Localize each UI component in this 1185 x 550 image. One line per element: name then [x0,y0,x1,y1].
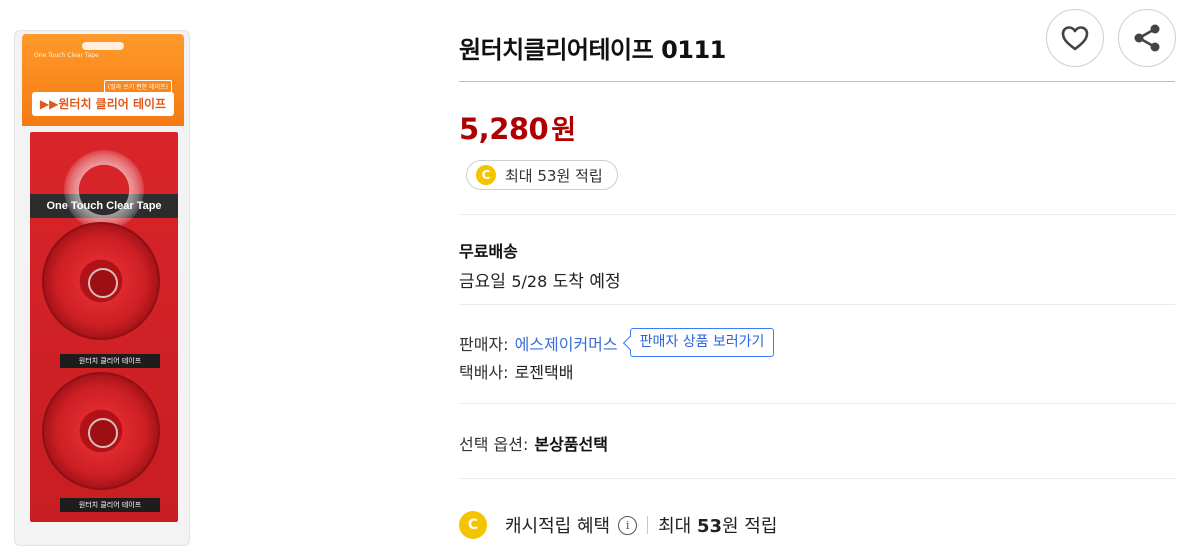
product-details: 원터치클리어테이프 0111 5,280 원 C 최대 53원 적립 무료배송 금… [459,0,1179,550]
share-icon [1134,24,1160,52]
hang-hole [82,42,124,50]
heart-icon [1061,26,1089,51]
reward-badge: C 최대 53원 적립 [466,160,618,190]
section-divider [459,403,1175,404]
package-body: One Touch Clear Tape 원터치 클리어 테이프 원터치 클리어… [30,132,178,522]
dispenser-label: 원터치 클리어 테이프 [60,498,160,512]
seller-label: 판매자: [459,334,509,354]
seller-row: 판매자: 에스제이커머스 판매자 상품 보러가기 [459,328,775,357]
reward-text: 최대 53원 적립 [505,166,603,185]
cash-benefit-title: 캐시적립 혜택 [505,516,611,537]
delivery-estimate: 금요일 5/28 도착 예정 [459,267,621,292]
seller-name-link[interactable]: 에스제이커머스 [515,331,618,355]
dispenser-core [88,268,118,298]
dispenser-label: 원터치 클리어 테이프 [60,354,160,368]
option-value: 본상품선택 [534,435,608,454]
dispenser-label-text: 원터치 클리어 테이프 [78,501,142,509]
courier-row: 택배사: 로젠택배 [459,359,573,383]
title-divider [459,81,1175,82]
tape-dispenser [42,222,160,340]
dispenser-core [88,418,118,448]
section-divider [459,214,1175,215]
price-amount: 5,280 [459,112,549,146]
delivery-date: 5/28 [511,272,548,291]
cash-prefix: 최대 [658,516,692,537]
package-header: One Touch Clear Tape (잘라 쓰기 편한 테이프) ▶▶원터… [22,34,184,126]
delivery-day: 금요일 [459,272,506,292]
tape-roll [64,150,144,230]
tape-dispenser [42,372,160,490]
option-label: 선택 옵션: [459,435,529,454]
separator [647,516,649,534]
cash-suffix: 원 적립 [722,516,778,537]
wishlist-button[interactable] [1046,9,1104,67]
courier-label: 택배사: [459,363,509,382]
product-image: One Touch Clear Tape (잘라 쓰기 편한 테이프) ▶▶원터… [0,0,410,550]
cash-benefit-amount: 최대 53원 적립 [658,512,777,538]
cash-benefit-row: C 캐시적립 혜택 i 최대 53원 적립 [459,511,777,539]
section-divider [459,478,1175,479]
courier-name: 로젠택배 [514,363,574,382]
price: 5,280 원 [459,108,576,147]
cash-amount-value: 53 [696,516,723,537]
coin-icon: C [459,511,487,539]
package-title: ▶▶원터치 클리어 테이프 [32,92,174,116]
option-selector[interactable]: 선택 옵션: 본상품선택 [459,431,608,455]
coin-icon: C [476,165,496,185]
info-icon[interactable]: i [618,515,638,535]
dispenser-label-text: 원터치 클리어 테이프 [78,357,142,365]
share-button[interactable] [1118,9,1176,67]
package-small-text: One Touch Clear Tape [34,52,99,59]
product-title: 원터치클리어테이프 0111 [459,36,726,64]
seller-products-button[interactable]: 판매자 상품 보러가기 [629,328,775,357]
shipping-title: 무료배송 [459,242,518,261]
section-divider [459,304,1175,305]
price-unit: 원 [551,115,576,146]
delivery-suffix: 도착 예정 [552,272,621,292]
